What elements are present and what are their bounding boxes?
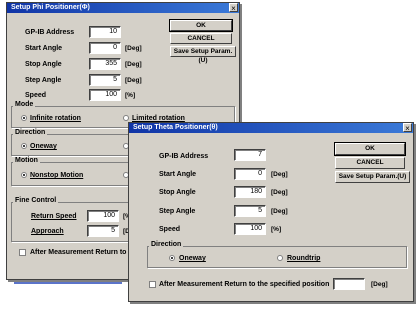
phi-return-speed-input[interactable]: 100 [87, 210, 119, 222]
theta-direction-oneway-label: Oneway [179, 255, 206, 262]
theta-speed-label: Speed [159, 226, 181, 233]
theta-after-unit: [Deg] [371, 281, 388, 288]
window-shadow [14, 280, 122, 284]
phi-stop-label: Stop Angle [25, 61, 62, 68]
phi-direction-title: Direction [13, 129, 48, 136]
phi-cancel-button[interactable]: CANCEL [170, 33, 232, 44]
phi-step-input[interactable]: 5 [89, 74, 121, 86]
phi-start-label: Start Angle [25, 45, 63, 52]
theta-positioner-dialog: Setup Theta Positioner(θ) × GP-IB Addres… [128, 122, 414, 302]
theta-step-label: Step Angle [159, 208, 196, 215]
phi-mode-infinite-radio[interactable] [21, 115, 27, 121]
phi-motion-title: Motion [13, 157, 40, 164]
phi-mode-infinite-label: Infinite rotation [30, 115, 81, 122]
phi-motion-nonstop-label: Nonstop Motion [30, 172, 84, 179]
theta-start-label: Start Angle [159, 171, 197, 178]
phi-step-unit: [Deg] [125, 77, 142, 84]
phi-motion-nonstop-radio[interactable] [21, 172, 27, 178]
theta-after-position-input[interactable] [333, 278, 365, 290]
phi-direction-oneway-label: Oneway [30, 143, 57, 150]
theta-after-measurement-checkbox[interactable] [149, 281, 156, 288]
phi-ok-button[interactable]: OK [169, 19, 233, 32]
phi-return-speed-label: Return Speed [31, 213, 77, 220]
theta-save-button[interactable]: Save Setup Param.(U) [335, 171, 410, 183]
phi-speed-input[interactable]: 100 [89, 89, 121, 101]
theta-close-button[interactable]: × [403, 123, 412, 133]
theta-stop-label: Stop Angle [159, 189, 196, 196]
theta-step-input[interactable]: 5 [234, 205, 266, 217]
theta-speed-unit: [%] [271, 226, 282, 233]
phi-speed-unit: [%] [125, 92, 136, 99]
theta-cancel-button[interactable]: CANCEL [335, 157, 405, 169]
theta-start-unit: [Deg] [271, 171, 288, 178]
phi-gpib-input[interactable]: 10 [89, 26, 121, 38]
phi-speed-label: Speed [25, 92, 47, 99]
phi-after-measurement-checkbox[interactable] [19, 249, 26, 256]
theta-start-input[interactable]: 0 [234, 168, 266, 180]
phi-stop-input[interactable]: 355 [89, 58, 121, 70]
theta-stop-unit: [Deg] [271, 189, 288, 196]
phi-titlebar[interactable]: Setup Phi Positioner(Φ) [7, 3, 239, 13]
theta-step-unit: [Deg] [271, 208, 288, 215]
phi-start-unit: [Deg] [125, 45, 142, 52]
phi-stop-unit: [Deg] [125, 61, 142, 68]
theta-titlebar[interactable]: Setup Theta Positioner(θ) [129, 123, 413, 133]
phi-mode-limited-label: Limited rotation [132, 115, 185, 122]
theta-gpib-input[interactable]: 7 [234, 149, 266, 161]
theta-stop-input[interactable]: 180 [234, 186, 266, 198]
phi-fine-control-title: Fine Control [13, 197, 59, 204]
theta-gpib-label: GP-IB Address [159, 153, 209, 160]
phi-gpib-label: GP-IB Address [25, 29, 75, 36]
theta-speed-input[interactable]: 100 [234, 223, 266, 235]
phi-approach-label: Approach [31, 228, 64, 235]
phi-save-button[interactable]: Save Setup Param.(U) [170, 46, 236, 64]
phi-start-input[interactable]: 0 [89, 42, 121, 54]
phi-mode-limited-radio[interactable] [123, 115, 129, 121]
phi-approach-input[interactable]: 5 [87, 225, 119, 237]
theta-direction-oneway-radio[interactable] [169, 255, 175, 261]
phi-direction-oneway-radio[interactable] [21, 143, 27, 149]
phi-title: Setup Phi Positioner(Φ) [11, 4, 90, 11]
phi-step-label: Step Angle [25, 77, 62, 84]
phi-close-button[interactable]: × [229, 3, 238, 13]
theta-direction-roundtrip-radio[interactable] [277, 255, 283, 261]
theta-ok-button[interactable]: OK [334, 142, 406, 156]
theta-after-measurement-label: After Measurement Return to the specifie… [159, 281, 330, 288]
phi-mode-title: Mode [13, 101, 36, 108]
theta-direction-title: Direction [149, 241, 184, 248]
theta-title: Setup Theta Positioner(θ) [133, 124, 218, 131]
theta-direction-roundtrip-label: Roundtrip [287, 255, 321, 262]
